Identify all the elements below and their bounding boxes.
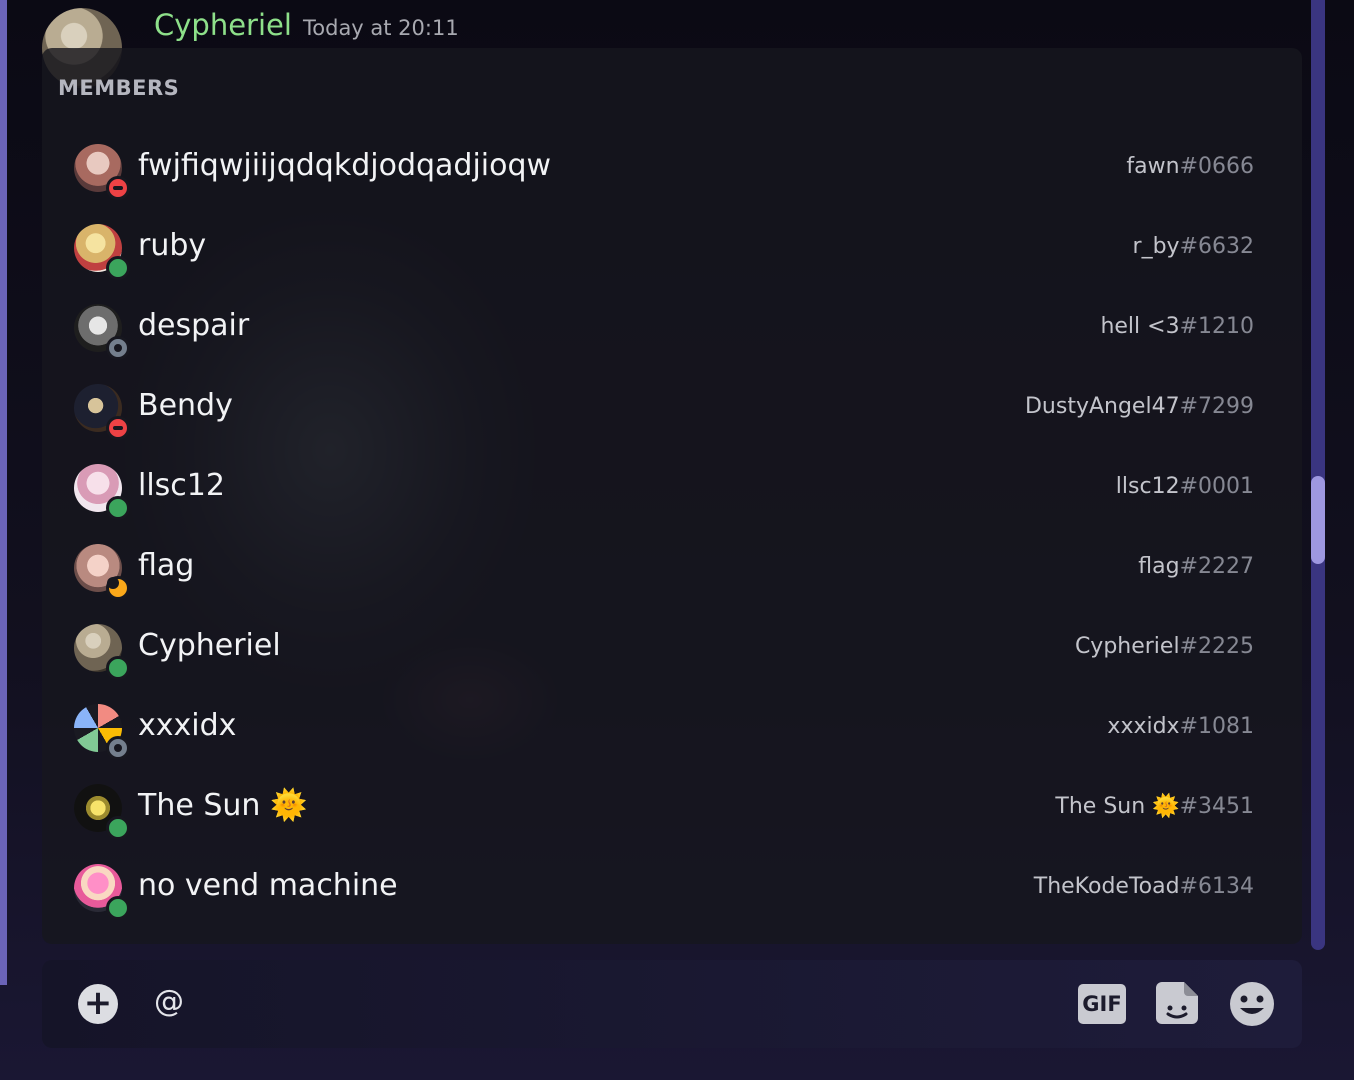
- message-timestamp: Today at 20:11: [303, 16, 459, 40]
- member-row[interactable]: Bendy DustyAngel47#7299: [42, 368, 1302, 448]
- member-discriminator: #0666: [1179, 154, 1254, 179]
- message-header: Cypheriel Today at 20:11: [42, 0, 1302, 88]
- member-username: TheKodeToad: [1033, 874, 1180, 899]
- member-tag: Cypheriel#2225: [1075, 634, 1254, 659]
- member-row[interactable]: fwjfiqwjiijqdqkdjodqadjioqw fawn#0666: [42, 128, 1302, 208]
- member-row[interactable]: The Sun 🌞 The Sun 🌞#3451: [42, 768, 1302, 848]
- plus-icon[interactable]: +: [78, 984, 118, 1024]
- member-discriminator: #1081: [1179, 714, 1254, 739]
- member-discriminator: #2227: [1179, 554, 1254, 579]
- member-tag: xxxidx#1081: [1107, 714, 1254, 739]
- member-display-name: The Sun 🌞: [138, 788, 308, 823]
- member-row[interactable]: xxxidx xxxidx#1081: [42, 688, 1302, 768]
- dnd-status-icon: [106, 176, 130, 200]
- member-discriminator: #6134: [1179, 874, 1254, 899]
- online-status-icon: [106, 816, 130, 840]
- member-tag: DustyAngel47#7299: [1025, 394, 1254, 419]
- member-display-name: Cypheriel: [138, 628, 281, 663]
- member-username: llsc12: [1115, 474, 1180, 499]
- member-tag: r_by#6632: [1133, 234, 1254, 259]
- member-discriminator: #1210: [1179, 314, 1254, 339]
- member-username: fawn: [1126, 154, 1180, 179]
- member-tag: fawn#0666: [1126, 154, 1254, 179]
- member-username: hell <3: [1100, 314, 1180, 339]
- member-display-name: Bendy: [138, 388, 233, 423]
- member-tag: llsc12#0001: [1116, 474, 1254, 499]
- online-status-icon: [106, 496, 130, 520]
- member-discriminator: #6632: [1179, 234, 1254, 259]
- member-row[interactable]: no vend machine TheKodeToad#6134: [42, 848, 1302, 928]
- offline-status-icon: [106, 736, 130, 760]
- message-input[interactable]: @: [154, 984, 184, 1019]
- member-username: DustyAngel47: [1024, 394, 1180, 419]
- gif-button[interactable]: GIF: [1078, 984, 1126, 1024]
- member-display-name: ruby: [138, 228, 207, 263]
- scrollbar-track[interactable]: [1311, 0, 1325, 950]
- member-discriminator: #2225: [1179, 634, 1254, 659]
- channel-sidebar-edge: [0, 0, 7, 985]
- idle-status-icon: [106, 576, 130, 600]
- sticker-icon[interactable]: [1156, 980, 1200, 1026]
- member-display-name: despair: [138, 308, 250, 343]
- member-row[interactable]: despair hell <3#1210: [42, 288, 1302, 368]
- member-row[interactable]: ruby r_by#6632: [42, 208, 1302, 288]
- online-status-icon: [106, 896, 130, 920]
- scrollbar-thumb[interactable]: [1311, 476, 1325, 564]
- member-display-name: flag: [138, 548, 195, 583]
- member-tag: hell <3#1210: [1100, 314, 1254, 339]
- member-row[interactable]: llsc12 llsc12#0001: [42, 448, 1302, 528]
- member-display-name: llsc12: [138, 468, 225, 503]
- member-row[interactable]: flag flag#2227: [42, 528, 1302, 608]
- member-username: flag: [1138, 554, 1180, 579]
- message-composer: + @ GIF: [42, 960, 1302, 1048]
- member-username: The Sun 🌞: [1055, 794, 1180, 819]
- emoji-icon[interactable]: [1228, 980, 1276, 1028]
- dnd-status-icon: [106, 416, 130, 440]
- members-autocomplete-popup: MEMBERS fwjfiqwjiijqdqkdjodqadjioqw fawn#…: [42, 48, 1302, 944]
- member-discriminator: #0001: [1179, 474, 1254, 499]
- popup-header: MEMBERS: [58, 76, 180, 100]
- member-display-name: xxxidx: [138, 708, 237, 743]
- member-tag: The Sun 🌞#3451: [1055, 794, 1254, 819]
- member-row[interactable]: Cypheriel Cypheriel#2225: [42, 608, 1302, 688]
- member-display-name: no vend machine: [138, 868, 398, 903]
- member-display-name: fwjfiqwjiijqdqkdjodqadjioqw: [138, 148, 552, 183]
- message-author[interactable]: Cypheriel: [154, 8, 292, 42]
- member-username: xxxidx: [1107, 714, 1180, 739]
- member-username: r_by: [1132, 234, 1180, 259]
- member-tag: TheKodeToad#6134: [1034, 874, 1254, 899]
- member-tag: flag#2227: [1138, 554, 1254, 579]
- member-discriminator: #3451: [1179, 794, 1254, 819]
- member-username: Cypheriel: [1074, 634, 1180, 659]
- offline-status-icon: [106, 336, 130, 360]
- online-status-icon: [106, 656, 130, 680]
- member-discriminator: #7299: [1179, 394, 1254, 419]
- online-status-icon: [106, 256, 130, 280]
